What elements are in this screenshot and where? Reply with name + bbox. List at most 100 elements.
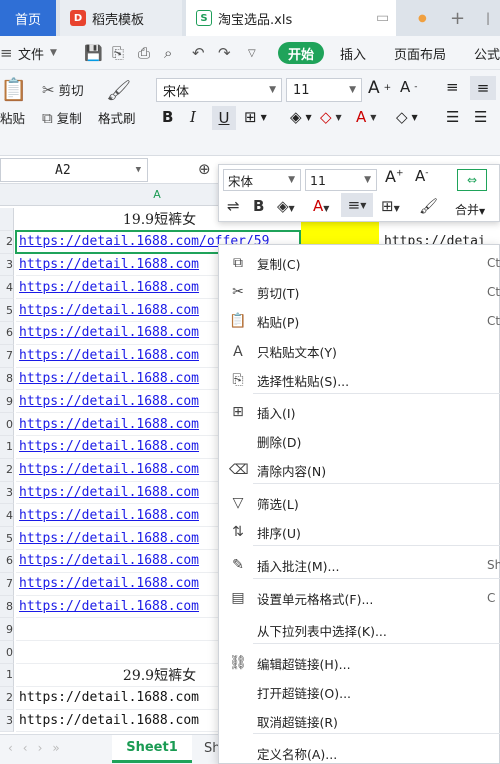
row-header[interactable]: 3 (0, 481, 14, 505)
row-header[interactable]: 0 (0, 641, 14, 664)
cut-button[interactable]: ✂ 剪切 (42, 80, 84, 99)
context-menu-item[interactable]: ⊞ 插入(I) (219, 398, 500, 426)
menu-insert[interactable]: 插入 (340, 36, 366, 70)
row-header[interactable]: 3 (0, 253, 14, 277)
context-menu-item[interactable]: 定义名称(A)... (219, 739, 500, 764)
mini-wrap-icon[interactable]: ⇌ (227, 197, 240, 215)
eraser-icon[interactable]: ◇ ▼ (396, 108, 418, 126)
context-menu-item[interactable]: ⇅ 排序(U) (219, 518, 500, 546)
merge-icon[interactable]: ⇔ (457, 169, 487, 191)
preview-icon[interactable]: ⌕ (164, 36, 172, 70)
context-menu-item[interactable]: ⌫ 清除内容(N) (219, 456, 500, 484)
underline-icon[interactable]: U (212, 106, 236, 130)
font-color-icon[interactable]: ◇ ▼ (320, 108, 342, 126)
font-color-a-icon[interactable]: A ▼ (356, 108, 376, 126)
context-menu-item[interactable]: ✎ 插入批注(M)... Shif (219, 551, 500, 579)
menu-formula[interactable]: 公式 (474, 36, 500, 70)
border-icon[interactable]: ⊞ ▼ (244, 108, 267, 126)
mini-decrease-font-icon[interactable]: A- (415, 167, 429, 185)
menu-file[interactable]: 文件 ▼ (18, 36, 57, 70)
format-painter-button[interactable]: 格式刷 (98, 108, 136, 127)
row-header[interactable]: 3 (0, 709, 14, 733)
context-menu-item[interactable]: 取消超链接(R) (219, 707, 500, 735)
row-header[interactable]: 7 (0, 572, 14, 596)
row-header[interactable]: 5 (0, 527, 14, 550)
fill-color-icon[interactable]: ◈ ▼ (290, 108, 312, 126)
increase-font-icon[interactable]: A + (368, 78, 391, 98)
corner-header[interactable] (0, 184, 14, 206)
context-menu-item[interactable]: 从下拉列表中选择(K)... (219, 616, 500, 644)
mini-increase-font-icon[interactable]: A+ (385, 167, 404, 186)
name-box[interactable]: A2 ▼ (0, 158, 148, 182)
output-icon[interactable]: ⎘ (112, 36, 124, 70)
context-menu-item[interactable]: ▤ 设置单元格格式(F)... C (219, 584, 500, 612)
more-icon[interactable]: | (486, 0, 490, 36)
row-header[interactable]: 4 (0, 276, 14, 300)
row-header[interactable]: 6 (0, 322, 14, 345)
paste-button[interactable]: 粘贴 (0, 108, 25, 127)
mini-merge-button[interactable]: 合并▼ (455, 201, 485, 218)
row-header[interactable]: 2 (0, 230, 14, 254)
row-header[interactable]: 8 (0, 595, 14, 619)
zoom-icon[interactable]: ⊕ (198, 160, 211, 178)
align-center-icon[interactable]: ☰ (474, 108, 487, 126)
row-header[interactable] (0, 208, 14, 231)
context-menu-item[interactable]: ✂ 剪切(T) Ct (219, 278, 500, 306)
redo-icon[interactable]: ↷ (218, 36, 231, 70)
font-size-select[interactable]: 11 ▼ (286, 78, 362, 102)
italic-icon[interactable]: I (190, 108, 196, 126)
highlighted-cell-b1[interactable] (301, 222, 379, 245)
paste-big-icon[interactable]: 📋 (0, 78, 27, 103)
menu-page-layout[interactable]: 页面布局 (394, 36, 446, 70)
context-menu-item[interactable]: ⧉ 复制(C) Ct (219, 249, 500, 277)
row-header[interactable]: 8 (0, 367, 14, 391)
bold-icon[interactable]: B (162, 108, 173, 126)
row-header[interactable]: 2 (0, 458, 14, 482)
row-header[interactable]: 9 (0, 618, 14, 642)
undo-icon[interactable]: ↶ (192, 36, 205, 70)
mini-bold-icon[interactable]: B (253, 197, 264, 215)
context-menu-item[interactable]: 删除(D) (219, 427, 500, 455)
tab-daoke-template[interactable]: D 稻壳模板 (60, 0, 182, 36)
menu-icon[interactable]: ≡ (0, 36, 13, 70)
row-header[interactable]: 0 (0, 413, 14, 436)
mini-format-brush-icon[interactable]: 🖌 (419, 197, 438, 215)
align-center-top-icon[interactable]: ≡ (470, 76, 496, 100)
row-header[interactable]: 1 (0, 664, 14, 687)
align-left-top-icon[interactable]: ≡ (446, 78, 459, 96)
mini-size-select[interactable]: 11 ▼ (305, 169, 377, 191)
mini-fill-icon[interactable]: ◈▼ (277, 197, 295, 215)
tab-file-active[interactable]: S 淘宝选品.xls ▭ (186, 0, 396, 36)
row-header[interactable]: 9 (0, 390, 14, 414)
context-menu-item[interactable]: ⛓ 编辑超链接(H)... (219, 649, 500, 677)
context-menu-item[interactable]: 打开超链接(O)... (219, 678, 500, 706)
row-header[interactable]: 6 (0, 550, 14, 573)
new-tab-icon[interactable]: + (450, 0, 465, 36)
mini-align-center-icon[interactable]: ≡ ▼ (341, 193, 373, 217)
quick-access-dropdown-icon[interactable]: ▽ (248, 36, 256, 70)
sheet-nav-arrows-icon[interactable]: ‹‹›» (8, 741, 70, 755)
mini-font-select[interactable]: 宋体 ▼ (223, 169, 301, 191)
align-left-icon[interactable]: ☰ (446, 108, 459, 126)
mini-border-icon[interactable]: ⊞▼ (381, 197, 400, 215)
context-menu-item[interactable]: ▽ 筛选(L) (219, 489, 500, 517)
context-menu-item[interactable]: Ａ 只粘贴文本(Y) (219, 337, 500, 365)
tab-home[interactable]: 首页 (0, 0, 56, 36)
copy-button[interactable]: ⧉ 复制 (42, 108, 82, 127)
format-painter-icon[interactable]: 🖌 (106, 78, 131, 102)
print-icon[interactable]: ⎙ (138, 36, 150, 70)
context-menu-item[interactable]: 📋 粘贴(P) Ct (219, 307, 500, 335)
row-header[interactable]: 1 (0, 436, 14, 459)
mini-font-color-icon[interactable]: A▼ (313, 197, 329, 215)
menu-start-tab[interactable]: 开始 (278, 42, 324, 64)
sheet-tab-sheet1[interactable]: Sheet1 (112, 735, 192, 763)
row-header[interactable]: 7 (0, 344, 14, 368)
font-name-select[interactable]: 宋体 ▼ (156, 78, 282, 102)
row-header[interactable]: 5 (0, 299, 14, 322)
row-header[interactable]: 4 (0, 504, 14, 528)
save-icon[interactable]: 💾 (84, 36, 103, 70)
context-menu-item[interactable]: ⎘ 选择性粘贴(S)... (219, 366, 500, 394)
screen-icon[interactable]: ▭ (376, 10, 389, 26)
row-header[interactable]: 2 (0, 686, 14, 710)
decrease-font-icon[interactable]: A- (400, 78, 418, 96)
